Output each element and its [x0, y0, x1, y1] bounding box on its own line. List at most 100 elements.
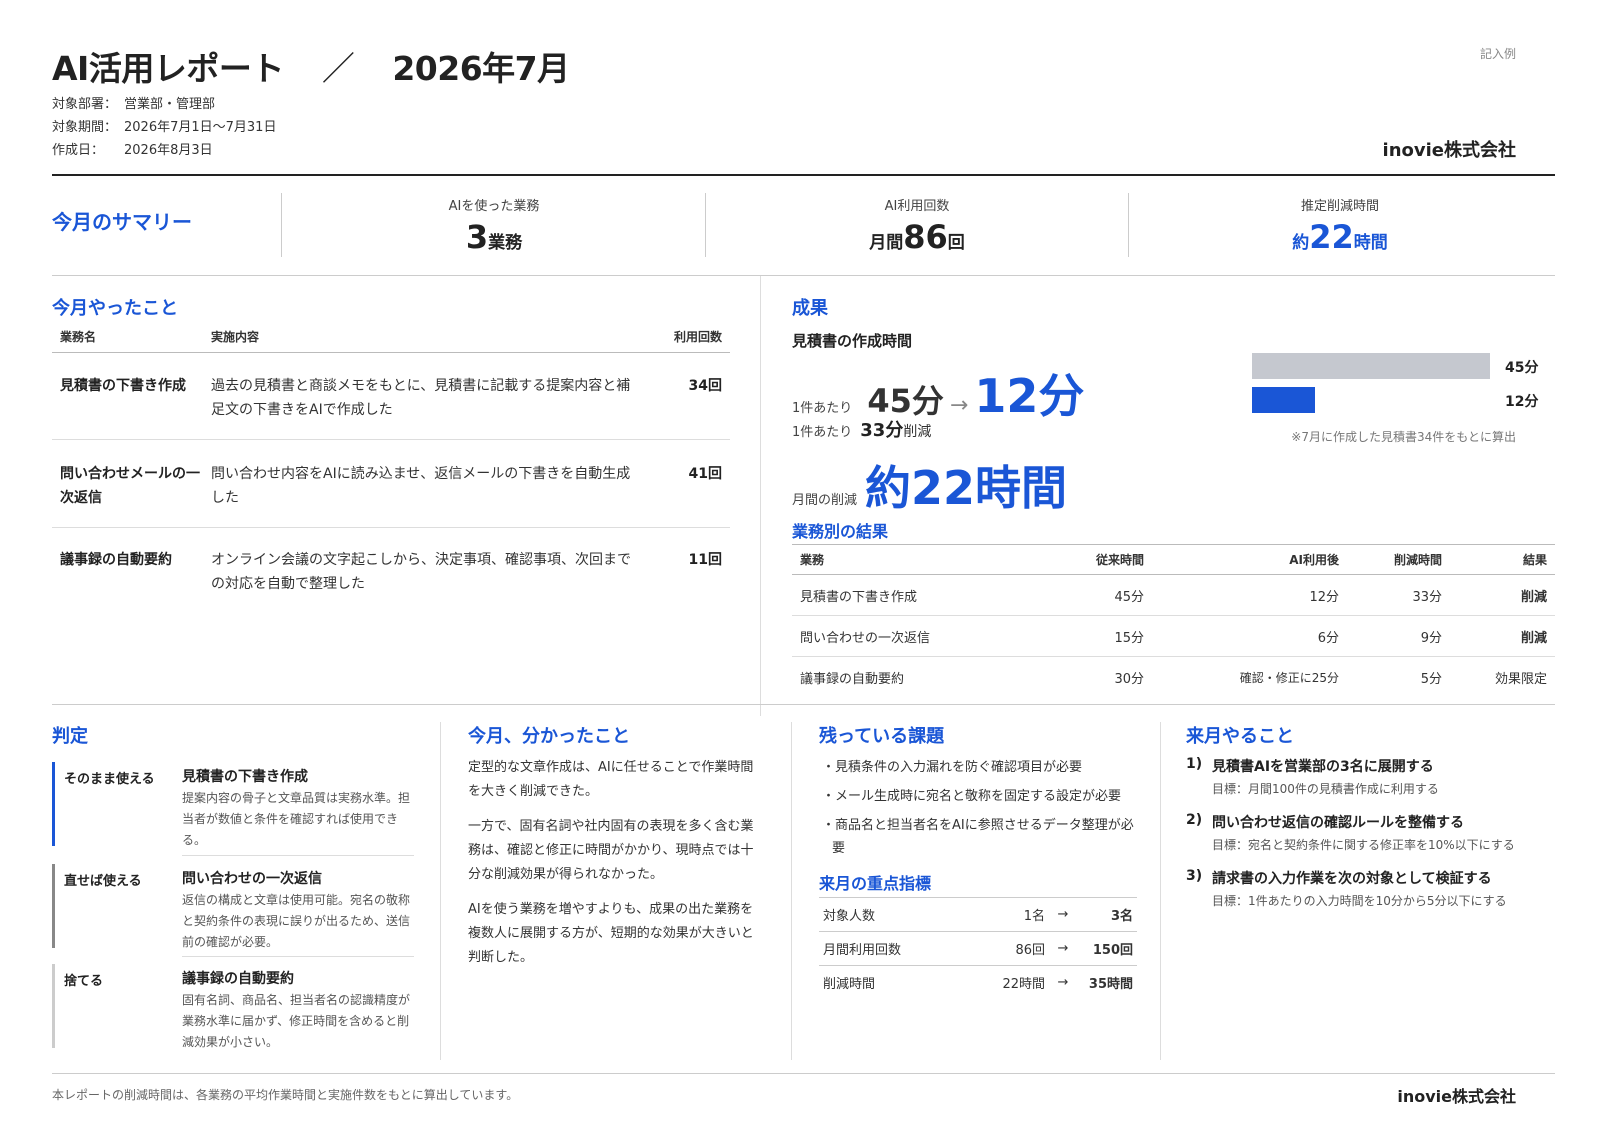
- kpi-table: 対象人数 1名 → 3名 月間利用回数 86回 → 150回 削減時間 22時間…: [819, 897, 1137, 1000]
- saved-cell: 33分: [1347, 574, 1450, 616]
- results-title: 成果: [792, 298, 828, 319]
- summary-divider: [281, 193, 282, 257]
- arrow-icon: →: [1049, 931, 1077, 966]
- tasks-header: 業務名 実施内容 利用回数: [52, 328, 730, 353]
- title-separator: ／: [321, 49, 355, 88]
- summary-tasks: AIを使った業務 3業務: [284, 195, 704, 256]
- learning-paragraph: 定型的な文章作成は、AIに任せることで作業時間を大きく削減できた。: [468, 760, 754, 799]
- task-count: 11回: [688, 552, 722, 568]
- next-number: 2): [1186, 812, 1203, 828]
- next-item: 1) 見積書AIを営業部の3名に展開する 目標：月間100件の見積書作成に利用す…: [1186, 756, 1556, 800]
- task-count: 41回: [688, 466, 722, 482]
- task-name: 議事録の自動要約: [60, 552, 172, 568]
- per-reduction: 1件あたり 33分削減: [792, 416, 931, 442]
- next-title: 来月やること: [1186, 726, 1294, 747]
- judgement-divider: [182, 956, 414, 957]
- judgement-marker: [52, 964, 55, 1048]
- by-job-table: 業務 従来時間 AI利用後 削減時間 結果 見積書の下書き作成 45分 12分 …: [792, 544, 1555, 698]
- judgement-marker: [52, 864, 55, 948]
- footer-divider: [52, 1073, 1555, 1074]
- company-name: inovie株式会社: [1382, 140, 1516, 161]
- summary-value: 86: [903, 218, 948, 256]
- arrow-icon: →: [1049, 897, 1077, 932]
- before-cell: 15分: [1042, 615, 1152, 657]
- column-divider: [440, 722, 441, 1060]
- summary-suffix: 業務: [488, 233, 523, 253]
- judgement-label: そのまま使える: [64, 772, 155, 787]
- page-title: AI活用レポート ／ 2026年7月: [52, 42, 570, 90]
- kpi-from: 1名: [963, 897, 1049, 932]
- kpi-from: 22時間: [963, 965, 1049, 1000]
- summary-prefix: 月間: [869, 233, 904, 253]
- summary-divider-bottom: [52, 275, 1555, 276]
- judgement-label: 捨てる: [64, 974, 104, 989]
- next-number: 3): [1186, 868, 1203, 884]
- summary-uses: AI利用回数 月間86回: [707, 195, 1127, 256]
- task-desc: オンライン会議の文字起こしから、決定事項、確認事項、次回までの対応を自動で整理し…: [211, 552, 631, 592]
- next-goal: 目標：宛名と契約条件に関する修正率を10%以下にする: [1212, 838, 1515, 852]
- section-divider: [760, 276, 761, 716]
- learning-paragraph: 一方で、固有名詞や社内固有の表現を多く含む業務は、確認と修正に時間がかかり、現時…: [468, 819, 754, 882]
- task-name: 問い合わせメールの一次返信: [60, 466, 200, 506]
- kpi-name: 削減時間: [819, 965, 964, 1000]
- issue-item: ・メール生成時に宛名と敬称を固定する設定が必要: [822, 789, 1122, 804]
- per-label: 1件あたり: [792, 401, 853, 416]
- summary-title: 今月のサマリー: [52, 210, 192, 234]
- report-title: AI活用レポート: [52, 49, 284, 88]
- results-subtitle: 見積書の作成時間: [792, 332, 913, 350]
- next-goal: 目標：月間100件の見積書作成に利用する: [1212, 782, 1439, 796]
- kpi-row: 削減時間 22時間 → 35時間: [819, 965, 1137, 1000]
- per-label: 1件あたり: [792, 425, 853, 440]
- next-number: 1): [1186, 756, 1203, 772]
- by-job-title: 業務別の結果: [792, 522, 889, 541]
- summary-value: 3: [465, 218, 489, 256]
- kpi-to: 35時間: [1077, 965, 1137, 1000]
- summary-saved: 推定削減時間 約22時間: [1130, 195, 1550, 256]
- judgement-desc: 固有名詞、商品名、担当者名の認識精度が業務水準に届かず、修正時間を含めると削減効…: [182, 993, 411, 1049]
- job-cell: 議事録の自動要約: [800, 671, 905, 687]
- meta-created: 作成日： 2026年8月3日: [52, 139, 213, 158]
- judgement-desc: 返信の構成と文章は使用可能。宛名の敬称と契約条件の表現に誤りが出るため、送信前の…: [182, 893, 411, 949]
- before-value: 45分: [867, 382, 944, 420]
- col-header-count: 利用回数: [673, 330, 722, 344]
- reduce-suffix: 削減: [903, 424, 932, 440]
- summary-label: 推定削減時間: [1300, 199, 1379, 214]
- kpi-name: 月間利用回数: [819, 931, 964, 966]
- section-divider-horizontal: [52, 704, 1555, 705]
- before-cell: 45分: [1042, 574, 1152, 616]
- kpi-row: 月間利用回数 86回 → 150回: [819, 931, 1137, 966]
- col-header: 結果: [1450, 544, 1555, 575]
- judgement-name: 問い合わせの一次返信: [182, 871, 322, 887]
- col-header-desc: 実施内容: [211, 330, 260, 344]
- after-value: 12分: [974, 369, 1085, 423]
- sample-label: 記入例: [1479, 47, 1516, 61]
- kpi-name: 対象人数: [819, 897, 964, 932]
- report-period: 2026年7月: [392, 49, 570, 88]
- table-row: 問い合わせの一次返信 15分 6分 9分 削減: [792, 615, 1555, 657]
- header-divider: [52, 174, 1555, 176]
- after-cell: 確認・修正に25分: [1239, 670, 1339, 685]
- issue-item: ・見積条件の入力漏れを防ぐ確認項目が必要: [822, 760, 1083, 775]
- kpi-to: 150回: [1077, 931, 1137, 966]
- col-header-name: 業務名: [60, 330, 97, 344]
- summary-value: 22: [1309, 218, 1354, 256]
- task-name: 見積書の下書き作成: [60, 378, 186, 394]
- job-cell: 問い合わせの一次返信: [792, 615, 1042, 657]
- table-row: 見積書の下書き作成 45分 12分 33分 削減: [792, 574, 1555, 616]
- kpi-row: 対象人数 1名 → 3名: [819, 897, 1137, 932]
- learnings-title: 今月、分かったこと: [468, 726, 630, 747]
- judgement-desc: 提案内容の骨子と文章品質は実務水準。担当者が数値と条件を確認すれば使用できる。: [182, 791, 411, 847]
- summary-divider: [1128, 193, 1129, 257]
- column-divider: [1160, 722, 1161, 1060]
- bar-label-after: 12分: [1505, 394, 1539, 410]
- kpi-to: 3名: [1077, 897, 1137, 932]
- task-desc: 過去の見積書と商談メモをもとに、見積書に記載する提案内容と補足文の下書きをAIで…: [211, 378, 631, 418]
- footer-company: inovie株式会社: [1397, 1087, 1516, 1106]
- issue-item: ・商品名と担当者名をAIに参照させるデータ整理が必要: [822, 818, 1134, 856]
- meta-value: 2026年8月3日: [124, 143, 213, 158]
- before-cell: 30分: [1114, 671, 1144, 687]
- meta-key: 対象部署：: [52, 97, 118, 112]
- bar-before: [1252, 353, 1490, 379]
- col-header: 業務: [792, 544, 1042, 575]
- monthly-value: 約22時間: [865, 461, 1068, 515]
